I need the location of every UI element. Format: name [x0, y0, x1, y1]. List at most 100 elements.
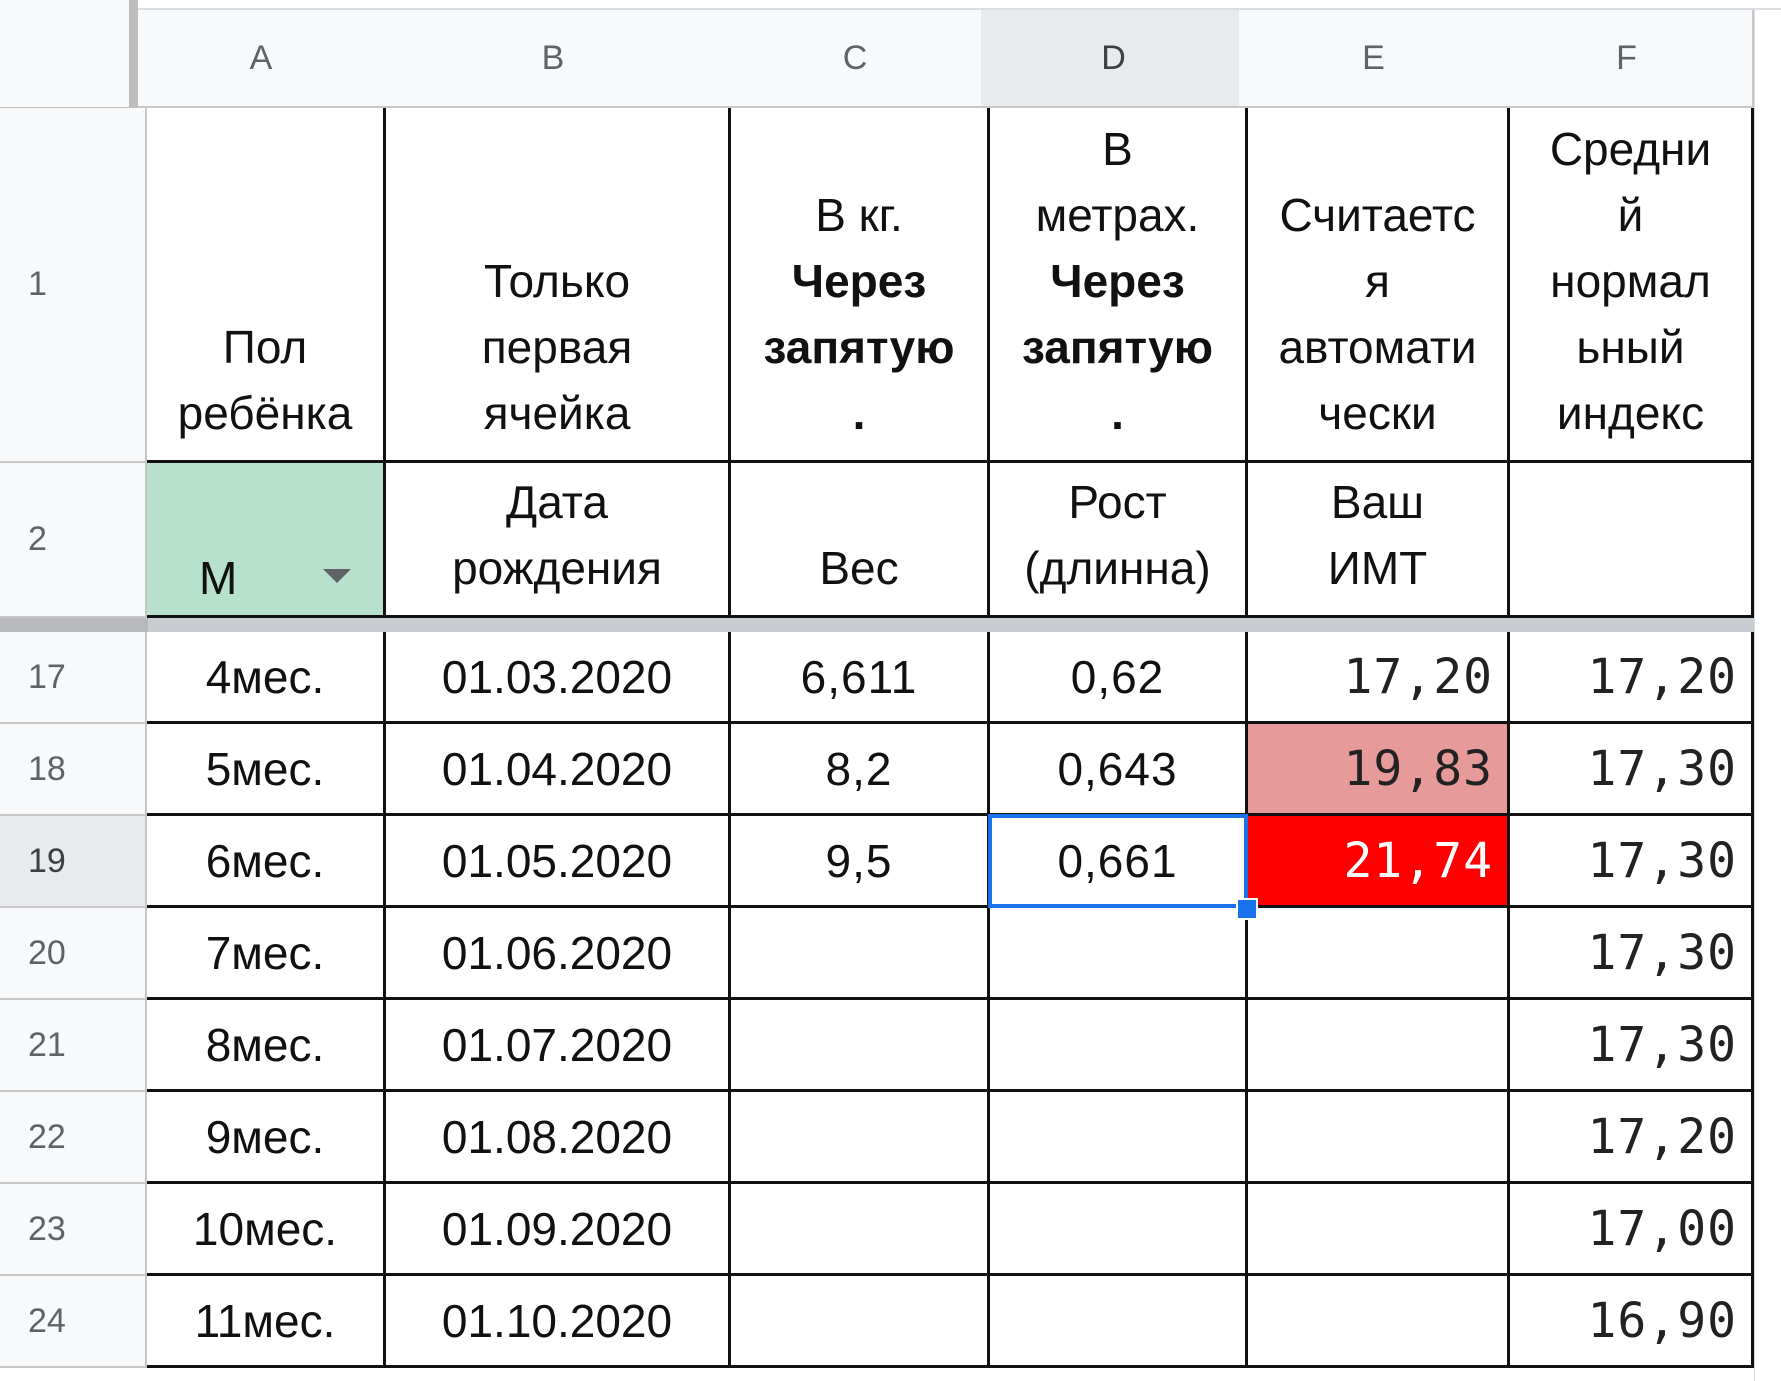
cell-d19[interactable]: 0,661: [990, 816, 1248, 908]
cell-e17[interactable]: 17,20: [1248, 632, 1510, 724]
cell-f1[interactable]: Средни й нормал ьный индекс: [1510, 108, 1754, 463]
row-header-17[interactable]: 17: [0, 632, 147, 724]
cell-b21[interactable]: 01.07.2020: [386, 1000, 731, 1092]
gender-dropdown-cell[interactable]: М: [147, 463, 386, 618]
column-header-d[interactable]: D: [981, 10, 1248, 108]
row-header-22[interactable]: 22: [0, 1092, 147, 1184]
gender-value: М: [199, 552, 238, 604]
cell-c17[interactable]: 6,611: [731, 632, 990, 724]
cell-b22[interactable]: 01.08.2020: [386, 1092, 731, 1184]
cell-text-line: индекс: [1556, 387, 1705, 439]
cell-d17[interactable]: 0,62: [990, 632, 1248, 724]
cell-e2[interactable]: Ваш ИМТ: [1248, 463, 1510, 618]
cell-b18[interactable]: 01.04.2020: [386, 724, 731, 816]
cell-text-line: рождения: [452, 542, 662, 594]
cell-f2[interactable]: [1510, 463, 1754, 618]
cell-d20[interactable]: [990, 908, 1248, 1000]
cell-b17[interactable]: 01.03.2020: [386, 632, 731, 724]
column-header-a[interactable]: A: [138, 10, 386, 108]
cell-d1[interactable]: Вметрах. Через запятую.: [990, 108, 1248, 463]
cell-f21[interactable]: 17,30: [1510, 1000, 1754, 1092]
cell-e22[interactable]: [1248, 1092, 1510, 1184]
cell-c23[interactable]: [731, 1184, 990, 1276]
fill-handle[interactable]: [1236, 898, 1258, 920]
cell-text-line: (длинна): [1024, 542, 1211, 594]
cell-c21[interactable]: [731, 1000, 990, 1092]
cell-e23[interactable]: [1248, 1184, 1510, 1276]
cell-a23[interactable]: 10мес.: [147, 1184, 386, 1276]
cell-e21[interactable]: [1248, 1000, 1510, 1092]
row-freeze-bar[interactable]: [0, 618, 1781, 632]
cell-text-line: Считаетс: [1279, 189, 1476, 241]
next-column-edge: [1754, 10, 1781, 1381]
cell-a19[interactable]: 6мес.: [147, 816, 386, 908]
cell-text-line: запятую: [763, 321, 955, 373]
cell-a17[interactable]: 4мес.: [147, 632, 386, 724]
cell-e1[interactable]: Считаетс я автомати чески: [1248, 108, 1510, 463]
select-all-corner[interactable]: [0, 0, 138, 108]
row-header-1[interactable]: 1: [0, 108, 147, 463]
row-header-21[interactable]: 21: [0, 1000, 147, 1092]
column-header-c[interactable]: C: [722, 10, 990, 108]
cell-b24[interactable]: 01.10.2020: [386, 1276, 731, 1368]
cell-text-line: .: [852, 387, 866, 439]
cell-b1[interactable]: Только первая ячейка: [386, 108, 731, 463]
cell-c22[interactable]: [731, 1092, 990, 1184]
cell-text-line: В кг.: [815, 189, 903, 241]
cell-d23[interactable]: [990, 1184, 1248, 1276]
row-header-2[interactable]: 2: [0, 463, 147, 618]
cell-text-line: Дата: [506, 476, 608, 528]
cell-text-line: я: [1365, 255, 1390, 307]
cell-a1[interactable]: Пол ребёнка: [147, 108, 386, 463]
row-header-24[interactable]: 24: [0, 1276, 147, 1368]
cell-b23[interactable]: 01.09.2020: [386, 1184, 731, 1276]
cell-b2[interactable]: Дата рождения: [386, 463, 731, 618]
cell-b20[interactable]: 01.06.2020: [386, 908, 731, 1000]
cell-e24[interactable]: [1248, 1276, 1510, 1368]
cell-a22[interactable]: 9мес.: [147, 1092, 386, 1184]
column-header-b[interactable]: B: [377, 10, 731, 108]
column-freeze-handle[interactable]: [129, 0, 138, 110]
row-freeze-bar-header[interactable]: [0, 618, 148, 632]
cell-text-line: первая: [481, 321, 633, 373]
row-header-18[interactable]: 18: [0, 724, 147, 816]
cell-text-line: ячейка: [483, 387, 631, 439]
cell-text-line: ьный: [1576, 321, 1685, 373]
cell-d22[interactable]: [990, 1092, 1248, 1184]
cell-f18[interactable]: 17,30: [1510, 724, 1754, 816]
cell-c19[interactable]: 9,5: [731, 816, 990, 908]
cell-d21[interactable]: [990, 1000, 1248, 1092]
cell-d24[interactable]: [990, 1276, 1248, 1368]
cell-f22[interactable]: 17,20: [1510, 1092, 1754, 1184]
cell-a21[interactable]: 8мес.: [147, 1000, 386, 1092]
cell-c2[interactable]: Вес: [731, 463, 990, 618]
cell-b19[interactable]: 01.05.2020: [386, 816, 731, 908]
cell-a18[interactable]: 5мес.: [147, 724, 386, 816]
cell-f23[interactable]: 17,00: [1510, 1184, 1754, 1276]
cell-c20[interactable]: [731, 908, 990, 1000]
row-header-19[interactable]: 19: [0, 816, 147, 908]
row-header-23[interactable]: 23: [0, 1184, 147, 1276]
row-header-20[interactable]: 20: [0, 908, 147, 1000]
cell-f20[interactable]: 17,30: [1510, 908, 1754, 1000]
cell-e18[interactable]: 19,83: [1248, 724, 1510, 816]
cell-text-line: автомати: [1278, 321, 1477, 373]
cell-d2[interactable]: Рост (длинна): [990, 463, 1248, 618]
cell-e20[interactable]: [1248, 908, 1510, 1000]
cell-d18[interactable]: 0,643: [990, 724, 1248, 816]
column-header-f[interactable]: F: [1501, 10, 1754, 108]
column-header-e[interactable]: E: [1239, 10, 1510, 108]
cell-f19[interactable]: 17,30: [1510, 816, 1754, 908]
cell-a24[interactable]: 11мес.: [147, 1276, 386, 1368]
cell-f17[interactable]: 17,20: [1510, 632, 1754, 724]
cell-text-line: запятую: [1021, 321, 1213, 373]
cell-c18[interactable]: 8,2: [731, 724, 990, 816]
cell-f24[interactable]: 16,90: [1510, 1276, 1754, 1368]
cell-c24[interactable]: [731, 1276, 990, 1368]
cell-e19[interactable]: 21,74: [1248, 816, 1510, 908]
cell-a20[interactable]: 7мес.: [147, 908, 386, 1000]
cell-text-line: Через: [1050, 255, 1185, 307]
dropdown-arrow-icon[interactable]: [323, 569, 351, 583]
header-text: Считаетс я автомати чески: [1278, 182, 1476, 446]
cell-c1[interactable]: В кг. Через запятую.: [731, 108, 990, 463]
